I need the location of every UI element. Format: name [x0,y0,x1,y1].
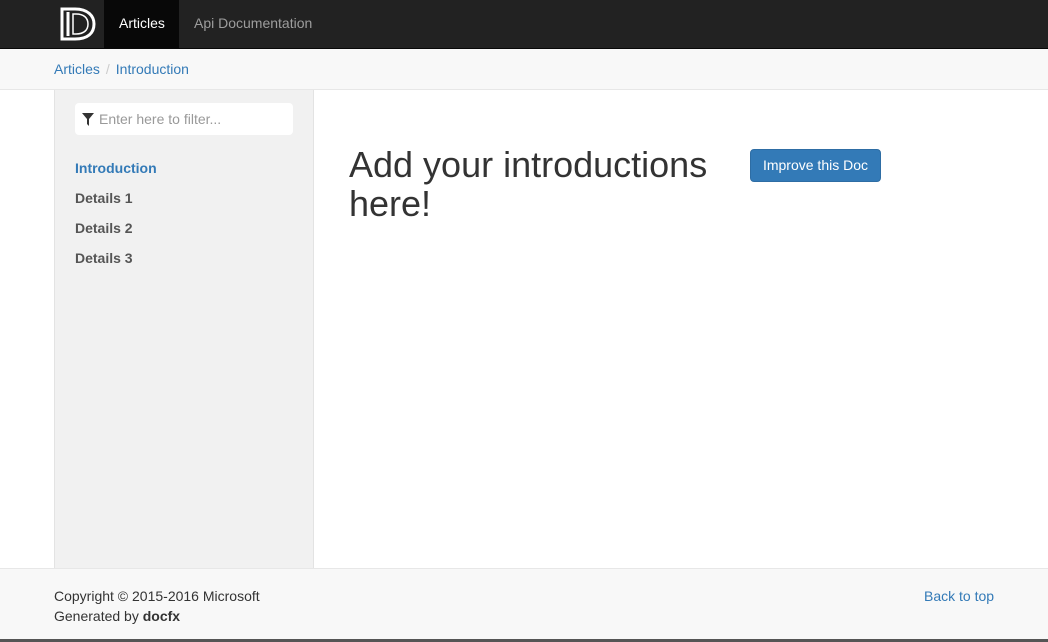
footer: Copyright © 2015-2016 Microsoft Generate… [0,568,1048,642]
filter-input[interactable] [99,103,289,135]
breadcrumb-introduction[interactable]: Introduction [116,61,189,77]
back-to-top-link[interactable]: Back to top [924,586,994,606]
filter-box [75,103,293,135]
breadcrumb: Articles / Introduction [54,61,189,78]
page-title: Add your introductions here! [349,144,708,224]
generator-name: docfx [142,608,181,624]
toc-item-details-2[interactable]: Details 2 [75,218,157,248]
improve-doc-button[interactable]: Improve this Doc [750,149,881,182]
breadcrumb-separator: / [105,61,110,77]
nav-articles[interactable]: Articles [104,0,179,48]
toc-item-details-3[interactable]: Details 3 [75,248,157,278]
toc-item-introduction[interactable]: Introduction [75,158,157,188]
top-navbar: Articles Api Documentation [0,0,1048,49]
docfx-logo-icon[interactable] [58,5,98,43]
toc-list: Introduction Details 1 Details 2 Details… [75,158,157,278]
toc-item-details-1[interactable]: Details 1 [75,188,157,218]
footer-text: Copyright © 2015-2016 Microsoft Generate… [54,586,260,626]
nav-api-documentation[interactable]: Api Documentation [179,0,327,48]
generated-by-text: Generated by docfx [54,606,260,626]
breadcrumb-articles[interactable]: Articles [54,61,100,77]
sidebar: Introduction Details 1 Details 2 Details… [54,90,314,568]
breadcrumb-bar: Articles / Introduction [0,49,1048,90]
generated-prefix: Generated by [54,608,143,624]
copyright-text: Copyright © 2015-2016 Microsoft [54,588,260,604]
filter-icon [82,113,94,126]
